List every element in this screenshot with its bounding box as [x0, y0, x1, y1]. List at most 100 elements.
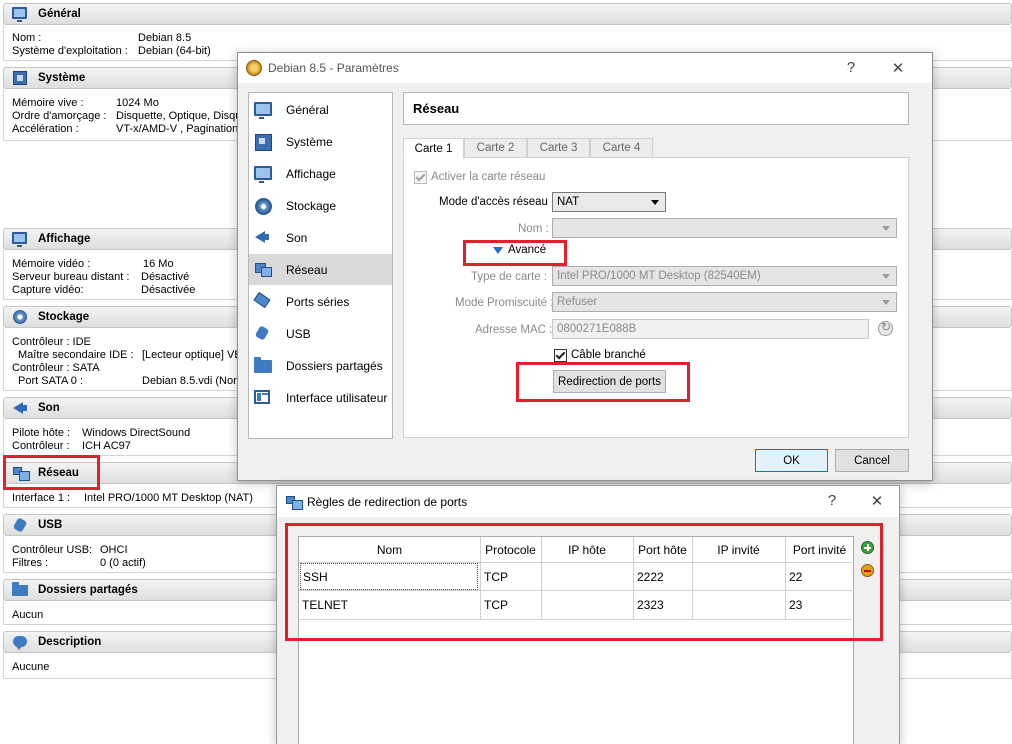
- detail-value: Debian 8.5.vdi (Norm: [142, 375, 246, 387]
- section-title: Système: [38, 72, 86, 84]
- attachment-mode-value: NAT: [557, 196, 580, 208]
- usb-icon: [12, 517, 28, 533]
- nav-item-label: USB: [286, 326, 311, 341]
- help-button[interactable]: ?: [836, 59, 866, 76]
- detail-key: Ordre d'amorçage :: [12, 110, 107, 122]
- section-title: Son: [38, 402, 60, 414]
- rule-protocol-cell[interactable]: TCP: [484, 591, 508, 619]
- nav-item-storage[interactable]: Stockage: [249, 190, 392, 221]
- rules-titlebar[interactable]: Règles de redirection de ports ? ✕: [277, 486, 899, 517]
- detail-key: Aucun: [12, 609, 44, 621]
- add-rule-icon: [861, 541, 874, 554]
- rule-protocol-cell[interactable]: TCP: [484, 563, 508, 590]
- enable-adapter-checkbox[interactable]: [414, 171, 427, 184]
- speech-bubble-icon: [12, 634, 28, 650]
- adapter-type-label: Type de carte :: [471, 271, 548, 283]
- usb-icon: [254, 324, 274, 343]
- nav-item-general[interactable]: Général: [249, 94, 392, 125]
- section-title: USB: [38, 519, 63, 531]
- tab-adapter-2[interactable]: Carte 2: [464, 138, 527, 158]
- rule-host-port-cell[interactable]: 2323: [637, 591, 664, 619]
- chip-icon: [254, 133, 274, 151]
- advanced-label: Avancé: [508, 244, 547, 256]
- adapter-type-select[interactable]: Intel PRO/1000 MT Desktop (82540EM): [552, 266, 897, 286]
- help-button[interactable]: ?: [817, 492, 847, 509]
- chip-icon: [12, 70, 28, 86]
- detail-value: Debian 8.5: [138, 32, 192, 44]
- add-rule-button[interactable]: [859, 539, 877, 555]
- nav-item-label: Interface utilisateur: [286, 390, 388, 405]
- nav-item-user-interface[interactable]: Interface utilisateur: [249, 382, 392, 413]
- detail-key: Nom :: [12, 32, 42, 44]
- chevron-down-icon: [651, 200, 659, 205]
- mac-address-input[interactable]: 0800271E088B: [552, 319, 869, 339]
- mac-address-label: Adresse MAC :: [475, 324, 553, 336]
- section-general-header[interactable]: Général: [3, 3, 1012, 25]
- detail-key: Capture vidéo:: [12, 284, 84, 296]
- detail-value: Disquette, Optique, Disqu: [116, 110, 242, 122]
- nav-item-audio[interactable]: Son: [249, 222, 392, 253]
- rule-guest-port-cell[interactable]: 22: [789, 563, 802, 590]
- detail-key: Mémoire vive :: [12, 97, 84, 109]
- settings-titlebar[interactable]: Debian 8.5 - Paramètres ? ✕: [238, 53, 932, 83]
- nav-item-label: Affichage: [286, 166, 336, 181]
- rule-host-port-cell[interactable]: 2222: [637, 563, 664, 590]
- adapter-name-select[interactable]: [552, 218, 897, 238]
- column-header-guest-port[interactable]: Port invité: [785, 540, 854, 560]
- promiscuous-mode-select[interactable]: Refuser: [552, 292, 897, 312]
- nav-item-label: Son: [286, 230, 308, 245]
- port-forwarding-button[interactable]: Redirection de ports: [553, 370, 666, 393]
- refresh-mac-icon[interactable]: [878, 320, 893, 336]
- tab-adapter-4[interactable]: Carte 4: [590, 138, 653, 158]
- nav-item-serial-ports[interactable]: Ports séries: [249, 286, 392, 317]
- chevron-down-icon: [882, 274, 890, 279]
- tab-adapter-1[interactable]: Carte 1: [403, 138, 464, 159]
- section-title: Réseau: [38, 467, 79, 479]
- remove-rule-button[interactable]: [859, 562, 877, 578]
- cancel-button[interactable]: Cancel: [835, 449, 909, 472]
- settings-dialog: Debian 8.5 - Paramètres ? ✕ Général Syst…: [237, 52, 933, 481]
- monitor-icon: [254, 101, 274, 119]
- nav-item-label: Dossiers partagés: [286, 358, 383, 373]
- detail-key: Port SATA 0 :: [18, 375, 84, 387]
- monitor-icon: [254, 165, 274, 183]
- detail-value: Désactivé: [141, 271, 190, 283]
- enable-adapter-label: Activer la carte réseau: [431, 171, 546, 183]
- column-header-host-port[interactable]: Port hôte: [633, 540, 692, 560]
- column-header-name[interactable]: Nom: [299, 540, 480, 560]
- detail-value: Désactivée: [141, 284, 196, 296]
- detail-key: Contrôleur :: [12, 440, 70, 452]
- rule-name-cell[interactable]: TELNET: [302, 591, 348, 619]
- advanced-toggle[interactable]: Avancé: [493, 244, 546, 256]
- detail-key: Pilote hôte :: [12, 427, 71, 439]
- adapter-tab-panel: Activer la carte réseau Mode d'accès rés…: [403, 157, 909, 438]
- nav-item-network[interactable]: Réseau: [249, 254, 392, 285]
- nav-item-shared-folders[interactable]: Dossiers partagés: [249, 350, 392, 381]
- detail-value: Debian (64-bit): [138, 45, 211, 57]
- nav-item-label: Système: [286, 134, 333, 149]
- rule-name-cell[interactable]: SSH: [300, 563, 478, 590]
- page-title: Réseau: [403, 92, 909, 125]
- detail-key: Filtres :: [12, 557, 49, 569]
- detail-value: 0 (0 actif): [100, 557, 146, 569]
- detail-value: Intel PRO/1000 MT Desktop (NAT): [84, 492, 253, 504]
- detail-value: [Lecteur optique] VB: [142, 349, 242, 361]
- attachment-mode-select[interactable]: NAT: [552, 192, 666, 212]
- network-icon: [254, 261, 274, 279]
- nav-item-display[interactable]: Affichage: [249, 158, 392, 189]
- detail-key: Accélération :: [12, 123, 79, 135]
- close-button[interactable]: ✕: [883, 59, 913, 77]
- nav-item-usb[interactable]: USB: [249, 318, 392, 349]
- ok-button[interactable]: OK: [755, 449, 828, 472]
- column-header-host-ip[interactable]: IP hôte: [541, 540, 633, 560]
- cable-connected-checkbox[interactable]: [554, 349, 567, 362]
- column-header-protocol[interactable]: Protocole: [480, 540, 541, 560]
- virtualbox-app-icon: [246, 60, 262, 76]
- rule-guest-port-cell[interactable]: 23: [789, 591, 802, 619]
- user-interface-icon: [254, 389, 274, 407]
- column-header-guest-ip[interactable]: IP invité: [692, 540, 785, 560]
- close-button[interactable]: ✕: [862, 492, 892, 510]
- tab-adapter-3[interactable]: Carte 3: [527, 138, 590, 158]
- nav-item-system[interactable]: Système: [249, 126, 392, 157]
- triangle-down-icon: [493, 246, 503, 254]
